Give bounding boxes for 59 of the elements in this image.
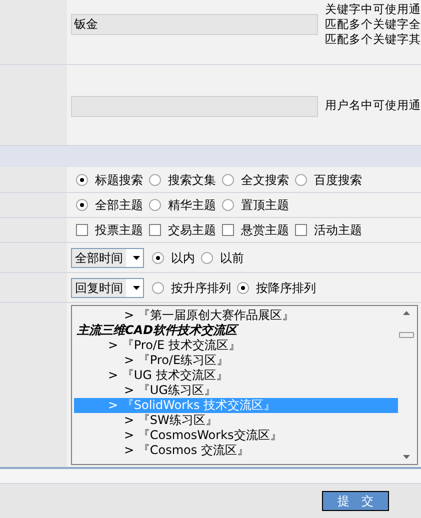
scroll-thumb[interactable] <box>399 332 414 338</box>
hint-text: 用户名中可使用通 <box>325 97 421 114</box>
radio-button[interactable] <box>152 252 164 264</box>
list-option[interactable]: > 『UG 技术交流区』 <box>74 368 398 383</box>
caret-icon <box>133 256 140 260</box>
option-label: 搜索文集 <box>168 172 216 188</box>
radio-button[interactable] <box>149 174 161 186</box>
radio-button[interactable] <box>201 252 213 264</box>
option-label: 置顶主题 <box>241 197 289 214</box>
label-cell <box>0 273 67 302</box>
scroll-down-icon[interactable] <box>403 455 410 459</box>
option-label: 按升序排列 <box>171 280 231 296</box>
checkbox[interactable] <box>149 224 161 236</box>
list-option[interactable]: > 『Pro/E 技术交流区』 <box>74 338 398 353</box>
forum-listbox[interactable]: > 『第一届原创大赛作品展区』 主流三维CAD软件技术交流区 > 『Pro/E 技术交流区』 > 『Pro/E练习区』 > 『UG 技术交流区』 > 『UG练习区』 > 『SolidWorks 技术交流区』 > 『SW练习区』 > 『CosmosWorks交流区』 > 『Cosmos 交流区』 <box>71 305 418 465</box>
list-option[interactable]: > 『UG练习区』 <box>74 383 398 398</box>
list-option[interactable]: > 『第一届原创大赛作品展区』 <box>74 308 398 323</box>
dropdown[interactable]: 全部时间 <box>71 248 144 268</box>
option-label: 标题搜索 <box>95 172 143 188</box>
option-label: 全文搜索 <box>241 172 289 188</box>
option-label: 以内 <box>171 250 195 266</box>
radio-button[interactable] <box>222 174 234 186</box>
label-cell <box>0 193 67 217</box>
option-label: 活动主题 <box>314 222 362 239</box>
option-label: 精华主题 <box>168 197 216 214</box>
checkbox[interactable] <box>295 224 307 236</box>
radio-button[interactable] <box>76 199 88 211</box>
label-cell <box>0 0 67 64</box>
list-option[interactable]: > 『Pro/E练习区』 <box>74 353 398 368</box>
text-field[interactable] <box>71 96 318 116</box>
list-option[interactable]: > 『CosmosWorks交流区』 <box>74 428 398 443</box>
radio-button[interactable] <box>76 174 88 186</box>
checkbox[interactable] <box>222 224 234 236</box>
radio-button[interactable] <box>222 199 234 211</box>
option-label: 百度搜索 <box>314 172 362 188</box>
checkbox[interactable] <box>76 224 88 236</box>
label-cell <box>0 243 67 272</box>
radio-button[interactable] <box>237 282 249 294</box>
option-label: 投票主题 <box>95 222 143 239</box>
radio-button[interactable] <box>295 174 307 186</box>
label-cell <box>0 167 67 192</box>
hint-text: 匹配多个关键字其 <box>325 32 421 47</box>
scroll-up-icon[interactable] <box>403 311 410 315</box>
label-cell <box>0 218 67 242</box>
dropdown[interactable]: 回复时间 <box>71 278 144 298</box>
option-label: 悬赏主题 <box>241 222 289 239</box>
list-group-label: 主流三维CAD软件技术交流区 <box>76 323 240 338</box>
list-option[interactable]: > 『Cosmos 交流区』 <box>74 443 398 458</box>
hint-text: 关键字中可使用通 <box>325 2 421 17</box>
caret-icon <box>133 286 140 290</box>
radio-button[interactable] <box>149 199 161 211</box>
option-label: 全部主题 <box>95 197 143 214</box>
text-field[interactable]: 钣金 <box>71 14 318 35</box>
option-label: 交易主题 <box>168 222 216 239</box>
list-option[interactable]: > 『SW练习区』 <box>74 413 398 428</box>
radio-button[interactable] <box>152 282 164 294</box>
option-label: 以前 <box>220 250 244 266</box>
hint-text: 匹配多个关键字全 <box>325 17 421 32</box>
option-label: 按降序排列 <box>256 280 316 296</box>
